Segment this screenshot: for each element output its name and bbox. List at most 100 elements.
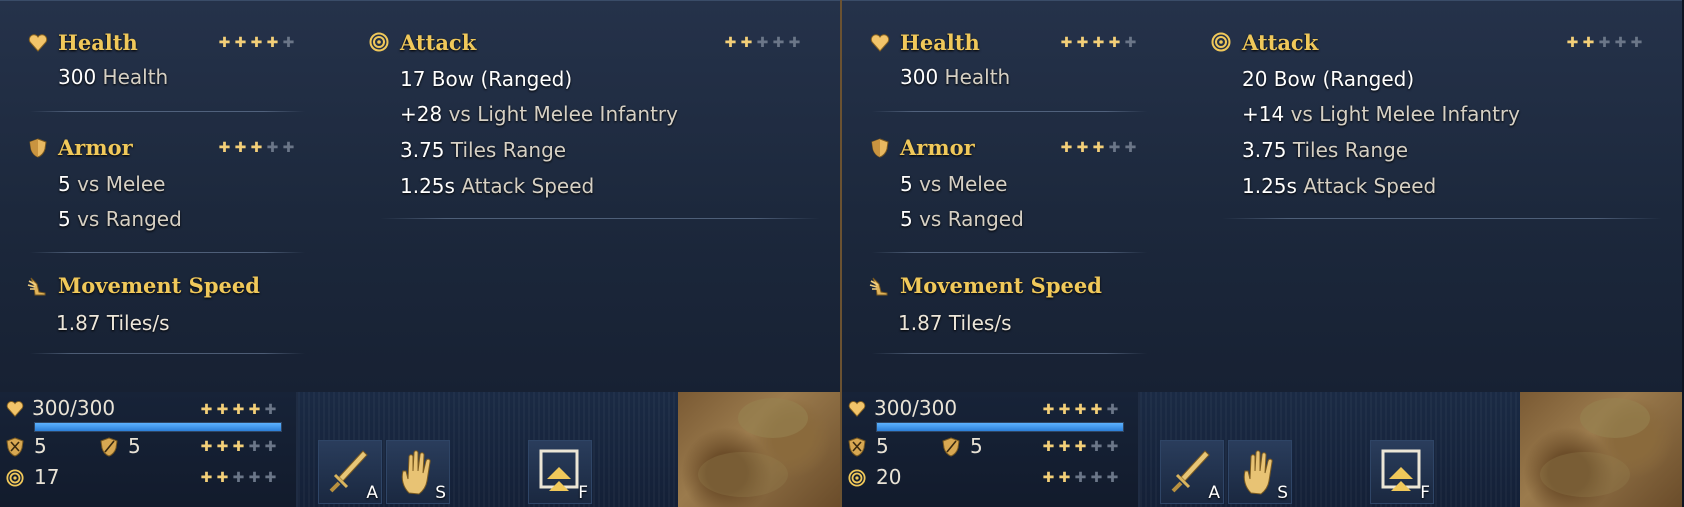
rating-pip-filled: ✚ [200,402,213,418]
armor-ranged-text: 5 [970,434,983,458]
rating-pip-filled: ✚ [1090,402,1103,418]
rating-pip-filled: ✚ [1074,439,1087,455]
stop-command-button[interactable]: S [386,440,450,504]
attack-speed-value: 1.25s [1242,174,1297,198]
armor-melee-value: 5 [58,172,71,196]
separator [872,252,1147,253]
rating-pip-filled: ✚ [1074,402,1087,418]
attack-bonus-value: +28 [400,102,443,126]
attack-range-label: Tiles Range [450,138,567,162]
attack-line-bonus: +28 vs Light Melee Infantry [400,102,678,126]
attack-title: Attack [400,30,477,55]
rating-pip-filled: ✚ [1582,35,1595,51]
hotkey-label: S [1277,483,1288,503]
ranged-armor-icon [942,437,960,457]
attack-command-button[interactable]: A [1160,440,1224,504]
rating-pip-filled: ✚ [1042,470,1055,486]
rating-pip-empty: ✚ [1630,35,1643,51]
hp-text: 300/300 [874,396,958,420]
rating-pip-filled: ✚ [1108,35,1121,51]
shrub [1580,398,1650,438]
attack-bonus-value: +14 [1242,102,1285,126]
command-panel: A S F [298,392,678,507]
unit-bottom-bar: 300/300 ✚ ✚ ✚ ✚ ✚ 5 5 ✚ ✚ ✚ ✚ ✚ 17 ✚ ✚ ✚ ✚ ✚ [0,392,840,507]
attack-speed-label: Attack Speed [1303,174,1437,198]
armor-melee-text: 5 [876,434,889,458]
rating-pip-filled: ✚ [1058,439,1071,455]
armor-melee-label: vs Melee [77,172,166,196]
rating-pip-filled: ✚ [216,439,229,455]
attack-line-speed: 1.25s Attack Speed [400,174,594,198]
rating-pip-filled: ✚ [232,439,245,455]
winged-boot-icon [27,277,46,296]
rating-pip-filled: ✚ [200,470,213,486]
rating-pip-empty: ✚ [282,140,295,156]
rating-pip-empty: ✚ [264,402,277,418]
formation-command-button[interactable]: F [1370,440,1434,504]
attack-rating: ✚ ✚ ✚ ✚ ✚ [1566,36,1643,50]
command-panel: A S F [1140,392,1520,507]
formation-command-button[interactable]: F [528,440,592,504]
separator [30,353,305,354]
rating-pip-filled: ✚ [234,140,247,156]
unit-panel-right: Health ✚ ✚ ✚ ✚ ✚ 300 Health Armor ✚ ✚ ✚ ✚ ✚ 5 vs… [842,0,1682,507]
attack-bonus-label: vs Light Melee Infantry [448,102,678,126]
armor-ranged-label: vs Ranged [77,207,182,231]
rating-pip-filled: ✚ [216,402,229,418]
rating-pip-filled: ✚ [724,35,737,51]
rating-pip-filled: ✚ [218,140,231,156]
hp-text: 300/300 [32,396,116,420]
rating-pip-empty: ✚ [248,439,261,455]
health-label: Health [102,65,169,89]
unit-stats-tooltip: Health ✚ ✚ ✚ ✚ ✚ 300 Health Armor ✚ ✚ ✚ ✚ ✚ 5 vs… [842,0,1682,393]
rating-pip-filled: ✚ [218,35,231,51]
separator [872,111,1147,112]
armor-melee-text: 5 [34,434,47,458]
rating-pip-empty: ✚ [756,35,769,51]
shield-icon [29,138,47,158]
terrain-view [1520,392,1682,507]
hotkey-label: F [578,483,588,503]
rating-pip-filled: ✚ [232,402,245,418]
rating-pip-empty: ✚ [266,140,279,156]
health-label: Health [944,65,1011,89]
health-rating: ✚ ✚ ✚ ✚ ✚ [1060,36,1137,50]
unit-panel-left: Health ✚ ✚ ✚ ✚ ✚ 300 Health Armor ✚ ✚ ✚ ✚ ✚ 5 vs… [0,0,840,507]
rating-pip-filled: ✚ [740,35,753,51]
rating-pip-filled: ✚ [1060,140,1073,156]
armor-ranged-value: 5 [58,207,71,231]
heart-icon [6,401,24,417]
rating-pip-empty: ✚ [1108,140,1121,156]
rating-pip-empty: ✚ [1074,470,1087,486]
attack-text: 17 [34,465,60,489]
attack-command-button[interactable]: A [318,440,382,504]
armor-ranged-value: 5 [900,207,913,231]
winged-boot-icon [869,277,888,296]
hotkey-label: S [435,483,446,503]
ranged-armor-icon [100,437,118,457]
armor-title: Armor [58,135,133,160]
armor-melee-label: vs Melee [919,172,1008,196]
attack-line-bonus: +14 vs Light Melee Infantry [1242,102,1520,126]
health-value: 300 [58,65,97,89]
armor-ranged-line: 5 vs Ranged [900,207,1024,231]
attack-line-range: 3.75 Tiles Range [1242,138,1408,162]
rating-pip-filled: ✚ [250,35,263,51]
attack-damage: 17 Bow (Ranged) [400,67,573,91]
attack-bonus-label: vs Light Melee Infantry [1290,102,1520,126]
armor-title: Armor [900,135,975,160]
rating-pip-filled: ✚ [200,439,213,455]
rating-pip-empty: ✚ [264,470,277,486]
attack-line-damage: 20 Bow (Ranged) [1242,67,1414,91]
attack-text: 20 [876,465,902,489]
stop-command-button[interactable]: S [1228,440,1292,504]
attack-damage: 20 Bow (Ranged) [1242,67,1415,91]
hotkey-label: A [1208,483,1220,503]
hp-rating: ✚ ✚ ✚ ✚ ✚ [1042,403,1119,417]
rating-pip-empty: ✚ [248,470,261,486]
armor-melee-line: 5 vs Melee [58,172,165,196]
rating-pip-empty: ✚ [1090,470,1103,486]
rating-pip-empty: ✚ [772,35,785,51]
attack-line-damage: 17 Bow (Ranged) [400,67,572,91]
attack-line-speed: 1.25s Attack Speed [1242,174,1436,198]
